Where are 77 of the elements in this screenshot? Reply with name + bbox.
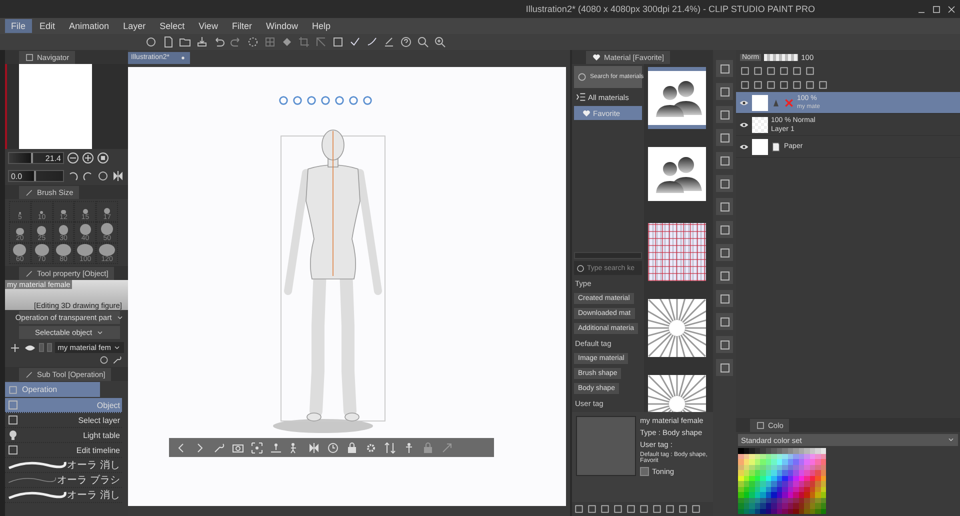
rotate-right-icon[interactable] xyxy=(82,170,94,182)
layer-thumbnail xyxy=(752,116,768,132)
brush-icon xyxy=(25,269,34,278)
square-button[interactable] xyxy=(716,129,733,146)
square-icon[interactable] xyxy=(332,36,344,48)
plaid-thumbnail xyxy=(648,223,706,281)
checkbox[interactable] xyxy=(39,343,44,352)
arrows-icon[interactable] xyxy=(384,442,396,454)
caret-icon xyxy=(113,344,121,352)
dotted-circle-icon[interactable] xyxy=(247,36,259,48)
opacity-slider[interactable] xyxy=(764,54,798,60)
caret-icon xyxy=(116,314,124,322)
material-thumbnail[interactable] xyxy=(648,67,706,129)
menu-item[interactable]: File xyxy=(5,19,32,33)
sub-tool-item[interactable]: Select layer xyxy=(5,413,122,428)
zoom-out-icon[interactable] xyxy=(67,152,79,164)
paper-icon xyxy=(771,142,781,152)
brush-stroke-drawing xyxy=(7,490,67,500)
layer-thumbnail xyxy=(752,138,768,154)
camera-icon[interactable] xyxy=(232,442,244,454)
sub-tool-item[interactable]: Edit timeline xyxy=(5,443,122,458)
redo-icon[interactable] xyxy=(230,36,242,48)
rotate-left-icon[interactable] xyxy=(67,170,79,182)
fit-icon[interactable] xyxy=(97,152,109,164)
layer-thumbnail xyxy=(752,94,768,110)
silhouette-thumbnail xyxy=(648,147,706,201)
silhouette-thumbnail xyxy=(648,71,706,125)
target-icon[interactable] xyxy=(251,442,263,454)
clock-icon[interactable] xyxy=(327,442,339,454)
save-icon[interactable] xyxy=(196,36,208,48)
brush-check-icon[interactable] xyxy=(366,36,378,48)
wrench-icon[interactable] xyxy=(112,355,122,365)
bulb-icon xyxy=(7,429,19,441)
navigator-icon xyxy=(25,53,34,62)
menu-item[interactable]: Filter xyxy=(226,19,258,33)
brush-stroke-drawing xyxy=(7,460,67,470)
plus-icon[interactable] xyxy=(9,342,21,354)
flip-icon[interactable] xyxy=(308,442,320,454)
figure-ground-icon[interactable] xyxy=(270,442,282,454)
menu-item[interactable]: Animation xyxy=(63,19,116,33)
pen-line-icon[interactable] xyxy=(383,36,395,48)
undo-icon[interactable] xyxy=(213,36,225,48)
flip-icon[interactable] xyxy=(112,170,124,182)
checkbox[interactable] xyxy=(46,343,52,352)
menu-item[interactable]: Help xyxy=(306,19,336,33)
brush-icon xyxy=(25,188,34,197)
wrench-icon[interactable] xyxy=(213,442,225,454)
zoom-in-icon[interactable] xyxy=(82,152,94,164)
figure-icon[interactable] xyxy=(403,442,415,454)
caret-icon xyxy=(947,436,955,444)
brush-stroke-drawing xyxy=(7,475,58,485)
close-icon[interactable] xyxy=(946,4,956,14)
menu-item[interactable]: Layer xyxy=(117,19,152,33)
sub-tool-item[interactable]: オーラ 消し xyxy=(5,458,122,473)
silhouette-thumbnail xyxy=(576,416,636,476)
zoom-slider[interactable]: 21.4 xyxy=(8,152,64,164)
menu-item[interactable]: Window xyxy=(260,19,304,33)
help-icon[interactable] xyxy=(400,36,412,48)
sub-tool-item[interactable]: オーラ ブラシ xyxy=(5,473,122,488)
sub-tool-item[interactable]: Light table xyxy=(5,428,122,443)
checkbox[interactable] xyxy=(640,467,649,476)
zoom-in-icon[interactable] xyxy=(434,36,446,48)
window-title: Illustration2* (4080 x 4080px 300dpi 21.4%) - CLIP STUDIO PAINT PRO xyxy=(524,4,816,14)
menu-item[interactable]: View xyxy=(192,19,224,33)
horizontal-scrollbar[interactable] xyxy=(574,252,642,259)
brush-icon xyxy=(25,370,34,379)
maximize-icon[interactable] xyxy=(932,4,941,14)
speed-lines-thumbnail xyxy=(648,299,706,357)
menu-item[interactable]: Edit xyxy=(34,19,62,33)
figure-layer-icon xyxy=(771,98,781,108)
pen-check-icon[interactable] xyxy=(349,36,361,48)
square-icon xyxy=(718,132,730,144)
rotation-slider[interactable]: 0.0 xyxy=(8,170,64,182)
color-swatch-grid[interactable] xyxy=(738,448,826,514)
new-file-icon[interactable] xyxy=(162,36,174,48)
sub-tool-item[interactable]: オーラ 消し xyxy=(5,488,122,503)
menu-item[interactable]: Select xyxy=(154,19,191,33)
